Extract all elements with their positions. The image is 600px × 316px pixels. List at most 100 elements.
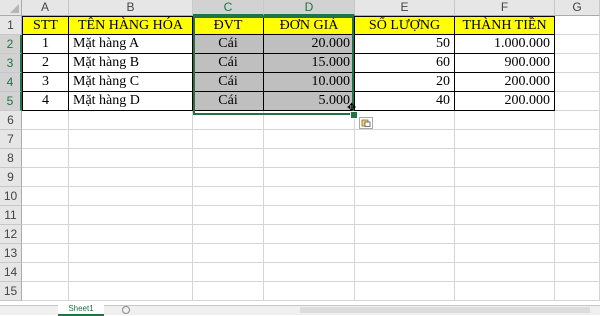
header-don-gia[interactable]: ĐƠN GIÁ (264, 16, 355, 35)
empty-cell[interactable] (264, 282, 355, 301)
empty-cell[interactable] (355, 282, 455, 301)
column-header-d[interactable]: D (264, 0, 355, 16)
row-header-8[interactable]: 8 (0, 149, 22, 168)
empty-cell[interactable] (22, 168, 69, 187)
empty-cell[interactable] (555, 54, 600, 73)
cell-don-gia[interactable]: 5.000 (264, 92, 355, 111)
empty-cell[interactable] (69, 225, 193, 244)
cell-ten-hang[interactable]: Mặt hàng B (69, 54, 193, 73)
cell-thanh-tien[interactable]: 200.000 (455, 73, 555, 92)
empty-cell[interactable] (555, 244, 600, 263)
column-header-e[interactable]: E (355, 0, 455, 16)
column-header-c[interactable]: C (193, 0, 264, 16)
empty-cell[interactable] (455, 282, 555, 301)
empty-cell[interactable] (355, 263, 455, 282)
empty-cell[interactable] (455, 168, 555, 187)
empty-cell[interactable] (193, 225, 264, 244)
empty-cell[interactable] (193, 111, 264, 130)
cell-so-luong[interactable]: 20 (355, 73, 455, 92)
cell-so-luong[interactable]: 50 (355, 35, 455, 54)
empty-cell[interactable] (455, 206, 555, 225)
empty-cell[interactable] (193, 187, 264, 206)
empty-cell[interactable] (355, 206, 455, 225)
empty-cell[interactable] (69, 111, 193, 130)
row-header-1[interactable]: 1 (0, 16, 22, 35)
cell-ten-hang[interactable]: Mặt hàng C (69, 73, 193, 92)
empty-cell[interactable] (69, 149, 193, 168)
header-thanh-tien[interactable]: THÀNH TIỀN (455, 16, 555, 35)
cell-dvt[interactable]: Cái (193, 54, 264, 73)
empty-cell[interactable] (264, 206, 355, 225)
empty-cell[interactable] (22, 111, 69, 130)
empty-cell[interactable] (555, 282, 600, 301)
empty-cell[interactable] (22, 149, 69, 168)
empty-cell[interactable] (69, 187, 193, 206)
empty-cell[interactable] (22, 206, 69, 225)
header-dvt[interactable]: ĐVT (193, 16, 264, 35)
cell-so-luong[interactable]: 60 (355, 54, 455, 73)
empty-cell[interactable] (22, 244, 69, 263)
add-sheet-icon[interactable] (122, 306, 130, 314)
empty-cell[interactable] (455, 244, 555, 263)
row-header-5[interactable]: 5 (0, 92, 22, 111)
empty-cell[interactable] (193, 149, 264, 168)
empty-cell[interactable] (69, 282, 193, 301)
cell-stt[interactable]: 3 (22, 73, 69, 92)
empty-cell[interactable] (555, 225, 600, 244)
cell-dvt[interactable]: Cái (193, 35, 264, 54)
empty-cell[interactable] (22, 282, 69, 301)
empty-cell[interactable] (193, 263, 264, 282)
row-header-10[interactable]: 10 (0, 187, 22, 206)
row-header-9[interactable]: 9 (0, 168, 22, 187)
row-header-6[interactable]: 6 (0, 111, 22, 130)
empty-cell[interactable] (555, 130, 600, 149)
row-header-15[interactable]: 15 (0, 282, 22, 301)
header-stt[interactable]: STT (22, 16, 69, 35)
select-all-corner[interactable] (0, 0, 22, 16)
header-so-luong[interactable]: SỐ LƯỢNG (355, 16, 455, 35)
empty-cell[interactable] (555, 16, 600, 35)
paste-options-button[interactable] (359, 117, 373, 129)
horizontal-scrollbar[interactable] (300, 307, 590, 313)
empty-cell[interactable] (264, 244, 355, 263)
empty-cell[interactable] (355, 187, 455, 206)
row-header-2[interactable]: 2 (0, 35, 22, 54)
empty-cell[interactable] (69, 168, 193, 187)
row-header-13[interactable]: 13 (0, 244, 22, 263)
column-header-f[interactable]: F (455, 0, 555, 16)
empty-cell[interactable] (455, 149, 555, 168)
cell-thanh-tien[interactable]: 1.000.000 (455, 35, 555, 54)
row-header-3[interactable]: 3 (0, 54, 22, 73)
row-header-7[interactable]: 7 (0, 130, 22, 149)
empty-cell[interactable] (355, 168, 455, 187)
header-ten-hang-hoa[interactable]: TÊN HÀNG HÓA (69, 16, 193, 35)
empty-cell[interactable] (555, 149, 600, 168)
column-header-b[interactable]: B (69, 0, 193, 16)
empty-cell[interactable] (355, 225, 455, 244)
cell-dvt[interactable]: Cái (193, 73, 264, 92)
empty-cell[interactable] (22, 263, 69, 282)
cell-don-gia[interactable]: 15.000 (264, 54, 355, 73)
row-header-14[interactable]: 14 (0, 263, 22, 282)
empty-cell[interactable] (69, 244, 193, 263)
empty-cell[interactable] (555, 111, 600, 130)
empty-cell[interactable] (555, 187, 600, 206)
row-header-11[interactable]: 11 (0, 206, 22, 225)
empty-cell[interactable] (455, 263, 555, 282)
empty-cell[interactable] (455, 111, 555, 130)
empty-cell[interactable] (22, 130, 69, 149)
cell-ten-hang[interactable]: Mặt hàng A (69, 35, 193, 54)
empty-cell[interactable] (355, 244, 455, 263)
cell-thanh-tien[interactable]: 200.000 (455, 92, 555, 111)
cell-dvt[interactable]: Cái (193, 92, 264, 111)
empty-cell[interactable] (193, 282, 264, 301)
cell-stt[interactable]: 4 (22, 92, 69, 111)
empty-cell[interactable] (193, 168, 264, 187)
empty-cell[interactable] (264, 225, 355, 244)
empty-cell[interactable] (455, 130, 555, 149)
empty-cell[interactable] (555, 263, 600, 282)
empty-cell[interactable] (264, 187, 355, 206)
empty-cell[interactable] (455, 225, 555, 244)
empty-cell[interactable] (555, 35, 600, 54)
empty-cell[interactable] (22, 187, 69, 206)
